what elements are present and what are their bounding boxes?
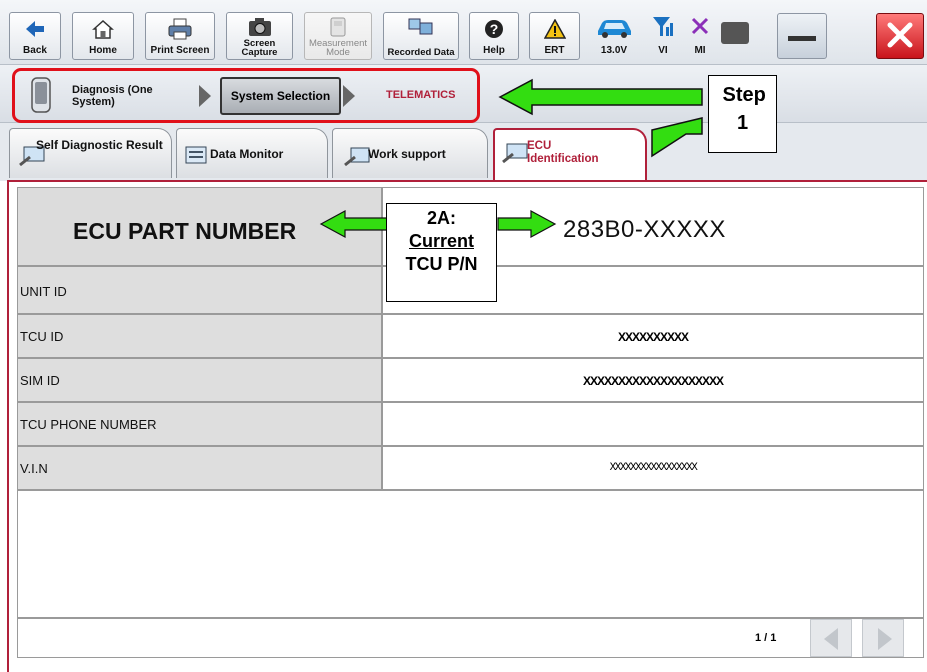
sim-id-label: SIM ID xyxy=(20,373,60,388)
tcu-id-value: XXXXXXXXXX xyxy=(617,330,689,344)
step2a-callout: 2A: Current TCU P/N xyxy=(386,203,497,302)
signal-icon xyxy=(651,14,675,43)
step2a-callout-line2: Current xyxy=(408,231,474,251)
close-icon xyxy=(877,22,923,48)
tab-work-support-label: Work support xyxy=(368,147,446,161)
tab-self-diagnostic-result[interactable]: Self Diagnostic Result xyxy=(9,128,172,178)
step1-callout: Step 1 xyxy=(708,75,777,153)
back-arrow-icon xyxy=(10,16,60,42)
step1-arrow-annotations xyxy=(498,78,703,158)
ert-button[interactable]: ERT xyxy=(529,12,580,60)
home-button[interactable]: Home xyxy=(72,12,134,60)
recorded-data-icon xyxy=(384,14,458,40)
svg-text:?: ? xyxy=(490,21,499,37)
vi-label: VI xyxy=(658,45,668,56)
home-icon xyxy=(73,16,133,42)
tcu-id-label: TCU ID xyxy=(20,329,64,344)
car-icon xyxy=(594,15,634,44)
measurement-mode-button[interactable]: Measurement Mode xyxy=(304,12,372,60)
disconnected-x-icon xyxy=(690,16,710,41)
help-icon: ? xyxy=(470,16,518,42)
table-row-label: TCU ID xyxy=(17,314,382,358)
step1-arrow-down xyxy=(651,117,703,158)
vi-status: VI xyxy=(646,12,680,60)
ecu-part-number-label: ECU PART NUMBER xyxy=(73,218,297,244)
voltage-readout: 13.0V xyxy=(600,45,628,56)
step1-arrow-left xyxy=(498,78,703,116)
table-row-value: XXXXXXXXXX xyxy=(382,314,924,358)
step1-highlight-box xyxy=(12,68,480,123)
vehicle-battery-status: 13.0V xyxy=(588,12,640,60)
mi-status: MI xyxy=(683,12,717,60)
print-screen-button[interactable]: Print Screen xyxy=(145,12,215,60)
step2a-callout-line3: TCU P/N xyxy=(405,254,478,274)
back-button-label: Back xyxy=(23,45,47,56)
sim-id-value: XXXXXXXXXXXXXXXXXXXX xyxy=(582,374,724,388)
table-row-value: XXXXXXXXXXXXXXXXXXXX xyxy=(382,358,924,402)
step2a-callout-line1: 2A: xyxy=(426,208,456,228)
table-row-label: TCU PHONE NUMBER xyxy=(17,402,382,446)
tab-data-monitor-label: Data Monitor xyxy=(210,147,284,161)
home-button-label: Home xyxy=(89,45,117,56)
vin-label: V.I.N xyxy=(20,461,48,476)
work-support-icon xyxy=(343,145,371,172)
tab-work-support[interactable]: Work support xyxy=(332,128,488,178)
help-button-label: Help xyxy=(483,45,505,56)
screen-capture-button-label: Screen Capture xyxy=(241,38,278,58)
next-page-button[interactable] xyxy=(862,619,904,657)
vin-value: XXXXXXXXXXXXXXXXX xyxy=(609,462,698,474)
ert-button-label: ERT xyxy=(544,45,565,56)
step1-callout-text: Step 1 xyxy=(722,84,766,134)
pagination-bar xyxy=(17,618,924,658)
back-button[interactable]: Back xyxy=(9,12,61,60)
table-row-value xyxy=(382,402,924,446)
step2a-arrow-left xyxy=(319,209,389,239)
warning-icon xyxy=(530,16,579,42)
tab-data-monitor[interactable]: Data Monitor xyxy=(176,128,328,178)
table-row-label: UNIT ID xyxy=(17,266,382,314)
table-row-label: V.I.N xyxy=(17,446,382,490)
tab-self-diagnostic-label: Self Diagnostic Result xyxy=(36,138,163,152)
print-screen-button-label: Print Screen xyxy=(150,45,210,56)
empty-table-area xyxy=(17,490,924,618)
screen-capture-button[interactable]: Screen Capture xyxy=(226,12,293,60)
data-monitor-icon xyxy=(185,145,207,170)
recorded-data-button-label: Recorded Data xyxy=(387,47,455,58)
prev-page-button[interactable] xyxy=(810,619,852,657)
minimize-icon xyxy=(788,36,816,41)
camera-icon xyxy=(227,14,292,40)
measurement-mode-button-label: Measurement Mode xyxy=(308,38,368,58)
chevron-right-icon xyxy=(878,628,892,650)
help-button[interactable]: ? Help xyxy=(469,12,519,60)
toolbar: Back Home Print Screen Screen Capture Me… xyxy=(0,0,927,65)
unit-id-label: UNIT ID xyxy=(20,284,67,299)
battery-icon xyxy=(721,22,749,44)
chevron-left-icon xyxy=(824,628,838,650)
printer-icon xyxy=(146,16,214,42)
table-row-label: SIM ID xyxy=(17,358,382,402)
mi-label: MI xyxy=(694,45,706,56)
minimize-button[interactable] xyxy=(777,13,827,59)
page-indicator: 1 / 1 xyxy=(755,632,777,644)
table-row-value: XXXXXXXXXXXXXXXXX xyxy=(382,446,924,490)
recorded-data-button[interactable]: Recorded Data xyxy=(383,12,459,60)
ecu-part-number-value: 283B0-XXXXX xyxy=(563,216,726,243)
tcu-phone-number-label: TCU PHONE NUMBER xyxy=(20,417,157,432)
close-button[interactable] xyxy=(876,13,924,59)
meter-icon xyxy=(305,14,371,40)
step2a-arrow-right xyxy=(497,209,557,239)
